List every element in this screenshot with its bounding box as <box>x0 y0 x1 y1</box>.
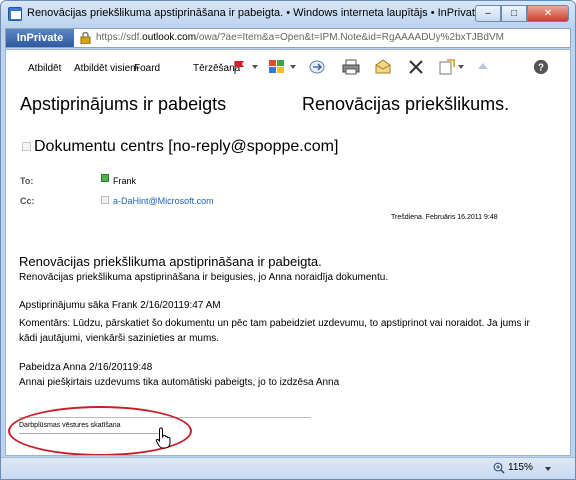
status-bar: 115% <box>1 457 575 479</box>
print-icon[interactable] <box>342 59 360 75</box>
subject-right: Renovācijas priekšlikums. <box>302 94 510 114</box>
close-button[interactable]: ✕ <box>527 5 569 22</box>
presence-online-icon <box>101 174 109 182</box>
move-to-folder-icon[interactable] <box>438 59 456 75</box>
delete-icon[interactable] <box>407 59 425 75</box>
sender[interactable]: Dokumentu centrs [no-reply@spoppe.com] <box>34 138 338 156</box>
body-line-1: Renovācijas priekšlikuma apstiprināšana … <box>19 272 389 283</box>
zoom-level[interactable]: 115% <box>508 462 533 473</box>
approval-finished: Pabeidza Anna 2/16/20119:48 <box>19 362 153 373</box>
hand-cursor-icon <box>155 427 171 449</box>
cc-recipient[interactable]: a-DaHint@Microsoft.com <box>113 196 214 206</box>
app-icon <box>8 7 22 21</box>
reply-all-button[interactable]: Atbildēt visiem <box>74 63 138 74</box>
to-label: To: <box>20 176 34 186</box>
categories-icon[interactable] <box>268 59 286 75</box>
move-dropdown-caret[interactable] <box>458 65 464 69</box>
page-content: Atbildēt Atbildēt visiem Foard Tērzēšana <box>5 49 571 456</box>
flag-icon[interactable] <box>232 59 246 75</box>
approval-comment: Komentārs: Lūdzu, pārskatiet šo dokument… <box>19 318 530 344</box>
window-controls: – □ ✕ <box>475 5 569 22</box>
presence-unknown-icon <box>101 196 109 204</box>
browser-window: Renovācijas priekšlikuma apstiprināšana … <box>0 0 576 480</box>
categories-dropdown-caret[interactable] <box>290 65 296 69</box>
auto-completed-note: Annai piešķirtais uzdevums tika automāti… <box>19 377 340 388</box>
mark-unread-icon[interactable] <box>374 59 392 75</box>
inprivate-badge[interactable]: InPrivate <box>6 29 74 47</box>
flag-dropdown-caret[interactable] <box>252 65 258 69</box>
approval-started: Apstiprinājumu sāka Frank 2/16/20119:47 … <box>19 300 221 311</box>
up-arrow-icon[interactable] <box>476 59 490 75</box>
body-heading: Renovācijas priekšlikuma apstiprināšana … <box>19 254 322 269</box>
window-title: Renovācijas priekšlikuma apstiprināšana … <box>27 7 484 19</box>
title-bar: Renovācijas priekšlikuma apstiprināšana … <box>1 1 575 27</box>
sent-date: Trešdiena. Februāris 16.2011 9:48 <box>391 214 498 221</box>
forward-button[interactable]: Foard <box>134 63 160 74</box>
minimize-button[interactable]: – <box>475 5 501 22</box>
sender-presence-icon <box>22 142 31 151</box>
url-text[interactable]: https://sdf.outlook.com/owa/?ae=Item&a=O… <box>96 32 504 43</box>
message-toolbar: Atbildēt Atbildēt visiem Foard Tērzēšana <box>6 50 570 84</box>
zoom-icon[interactable] <box>493 462 505 474</box>
address-bar[interactable]: InPrivate https://sdf.outlook.com/owa/?a… <box>5 28 571 48</box>
to-recipient[interactable]: Frank <box>113 176 136 186</box>
zoom-dropdown-caret[interactable] <box>545 467 551 471</box>
help-icon[interactable]: ? <box>532 59 550 75</box>
maximize-button[interactable]: □ <box>501 5 527 22</box>
reply-button[interactable]: Atbildēt <box>28 63 61 74</box>
cc-label: Cc: <box>20 196 35 206</box>
lock-icon <box>80 32 91 44</box>
svg-text:?: ? <box>538 63 544 74</box>
subject-left: Apstiprinājums ir pabeigts <box>20 94 227 114</box>
move-icon[interactable] <box>308 59 326 75</box>
